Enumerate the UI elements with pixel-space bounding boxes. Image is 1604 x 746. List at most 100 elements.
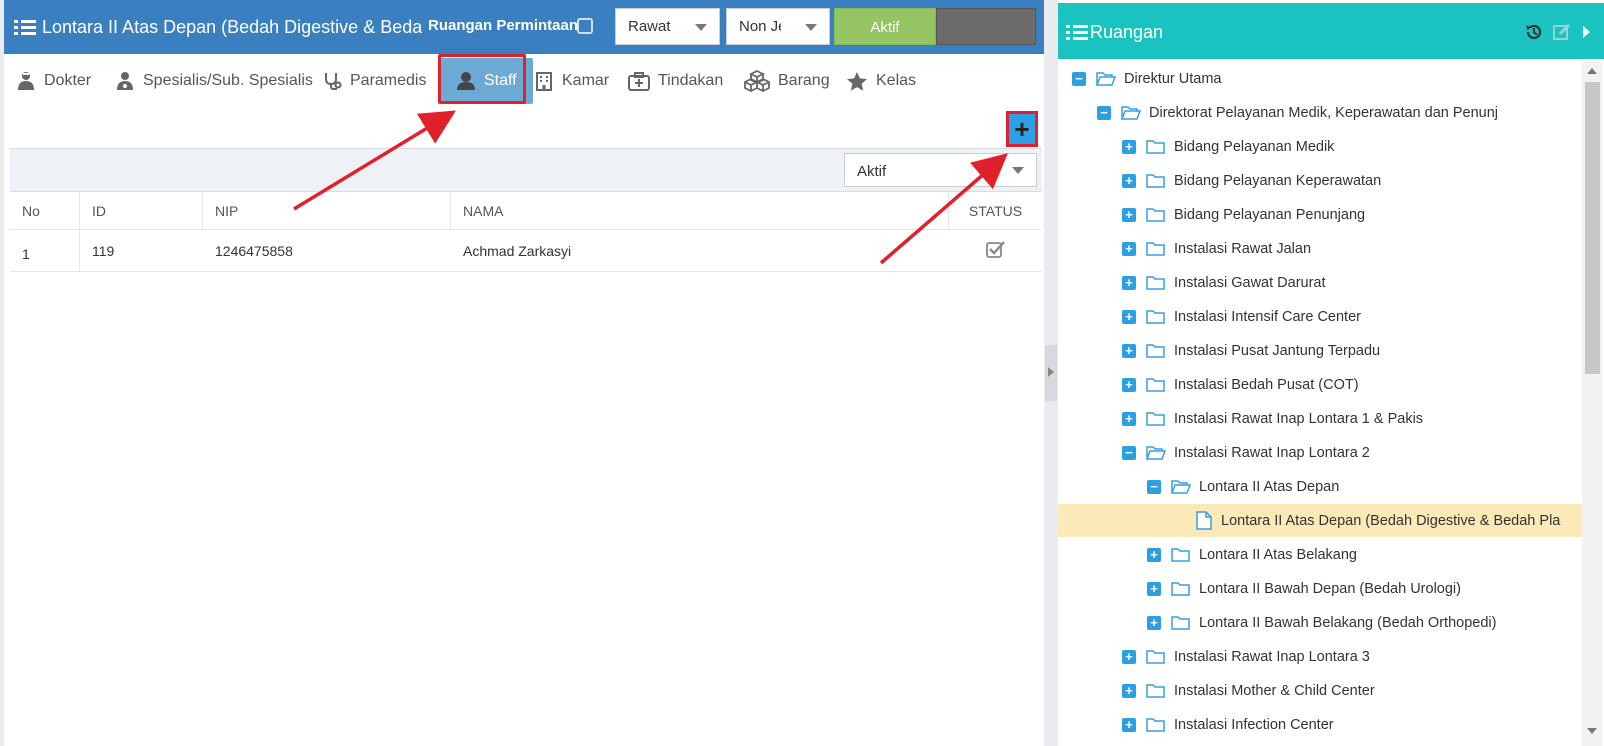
- jenis-select-value: Non Je: [739, 18, 781, 35]
- expand-toggle-icon[interactable]: +: [1122, 173, 1136, 188]
- expand-toggle-icon[interactable]: +: [1122, 649, 1136, 664]
- history-icon[interactable]: [1524, 22, 1544, 42]
- expand-toggle-icon[interactable]: +: [1122, 309, 1136, 324]
- folder-icon: [1146, 411, 1165, 426]
- tab-spesialis[interactable]: Spesialis/Sub. Spesialis: [115, 58, 313, 104]
- tree-node-label: Instalasi Rawat Inap Lontara 1 & Pakis: [1174, 410, 1424, 427]
- tree-node[interactable]: + Bidang Pelayanan Penunjang: [1058, 198, 1582, 231]
- expand-toggle-icon[interactable]: +: [1122, 377, 1136, 392]
- star-icon: [847, 71, 867, 91]
- jenis-select[interactable]: Non Je: [726, 8, 830, 45]
- tree-node[interactable]: + Bidang Pelayanan Keperawatan: [1058, 164, 1582, 197]
- tab-kelas[interactable]: Kelas: [846, 58, 916, 104]
- scroll-up-icon[interactable]: [1587, 68, 1597, 74]
- list-icon: [14, 19, 36, 37]
- tree-node[interactable]: − Direktur Utama: [1058, 62, 1582, 95]
- tab-kamar[interactable]: Kamar: [534, 58, 609, 104]
- tree-toolbar: [1524, 22, 1592, 42]
- ruangan-permintaan-checkbox[interactable]: [577, 18, 593, 34]
- tree-node-label: Instalasi Gawat Darurat: [1174, 274, 1326, 291]
- tree-node[interactable]: + Instalasi Intensif Care Center: [1058, 300, 1582, 333]
- expand-toggle-icon[interactable]: +: [1122, 139, 1136, 154]
- tree-node[interactable]: − Direktorat Pelayanan Medik, Keperawatan…: [1058, 96, 1582, 129]
- hospital-building-icon: [536, 72, 552, 91]
- expand-toggle-icon[interactable]: +: [1122, 275, 1136, 290]
- tree-node[interactable]: + Instalasi Rawat Inap Lontara 1 & Pakis: [1058, 402, 1582, 435]
- tree-node[interactable]: + Lontara II Bawah Belakang (Bedah Orthop…: [1058, 606, 1582, 639]
- tree-node-label: Instalasi Rawat Jalan: [1174, 240, 1312, 257]
- edit-icon[interactable]: [1552, 22, 1572, 42]
- tree-node-label: Lontara II Bawah Belakang (Bedah Orthope…: [1199, 614, 1497, 631]
- tree-node[interactable]: + Bidang Pelayanan Medik: [1058, 130, 1582, 163]
- tree-scrollbar-thumb[interactable]: [1585, 82, 1600, 374]
- expand-toggle-icon[interactable]: +: [1147, 615, 1161, 630]
- expand-toggle-icon[interactable]: +: [1122, 683, 1136, 698]
- tree-node[interactable]: − Lontara II Atas Depan: [1058, 470, 1582, 503]
- rawat-select[interactable]: Rawat: [615, 8, 720, 45]
- tree-node[interactable]: + Instalasi Infection Center: [1058, 708, 1582, 741]
- folder-icon: [1146, 275, 1165, 290]
- expand-toggle-icon[interactable]: +: [1122, 717, 1136, 732]
- expand-toggle-icon[interactable]: +: [1122, 343, 1136, 358]
- folder-icon: [1146, 241, 1165, 256]
- column-header-status[interactable]: STATUS: [949, 192, 1042, 229]
- column-header-id[interactable]: ID: [80, 192, 203, 229]
- collapse-toggle-icon[interactable]: −: [1147, 479, 1161, 494]
- cubes-icon: [744, 70, 770, 92]
- expand-right-icon[interactable]: [1580, 24, 1592, 40]
- caret-down-icon: [805, 24, 817, 31]
- expand-toggle-icon[interactable]: +: [1147, 581, 1161, 596]
- column-header-nama[interactable]: NAMA: [451, 192, 949, 229]
- splitter-collapse-handle[interactable]: [1045, 345, 1057, 401]
- tree-node[interactable]: − Instalasi Rawat Inap Lontara 2: [1058, 436, 1582, 469]
- collapse-toggle-icon[interactable]: −: [1122, 445, 1136, 460]
- staff-table: No ID NIP NAMA STATUS 1 119 1246475858 A…: [10, 192, 1042, 272]
- tab-barang[interactable]: Barang: [744, 58, 830, 104]
- tree-node[interactable]: + Lontara II Bawah Depan (Bedah Urologi): [1058, 572, 1582, 605]
- tree-node-label: Lontara II Atas Depan (Bedah Digestive &…: [1221, 512, 1561, 529]
- folder-icon: [1146, 139, 1165, 154]
- tree-node[interactable]: Lontara II Atas Depan (Bedah Digestive &…: [1058, 504, 1582, 537]
- inactive-toggle-button[interactable]: [936, 8, 1036, 45]
- tab-tindakan[interactable]: Tindakan: [628, 58, 723, 104]
- cell-nama: Achmad Zarkasyi: [463, 243, 572, 259]
- expand-toggle-icon[interactable]: +: [1122, 411, 1136, 426]
- column-header-no[interactable]: No: [10, 192, 80, 229]
- tree-node[interactable]: + Instalasi Mother & Child Center: [1058, 674, 1582, 707]
- tab-paramedis[interactable]: Paramedis: [322, 58, 426, 104]
- expand-toggle-icon[interactable]: +: [1147, 547, 1161, 562]
- expand-toggle-icon[interactable]: +: [1122, 207, 1136, 222]
- folder-icon: [1146, 377, 1165, 392]
- staff-tab-highlight-box: [438, 54, 526, 104]
- tree-node[interactable]: + Instalasi Rawat Inap Lontara 3: [1058, 640, 1582, 673]
- tree-node[interactable]: + Lontara II Atas Belakang: [1058, 538, 1582, 571]
- tab-label: Kelas: [876, 72, 917, 89]
- tree-node[interactable]: + Instalasi Gawat Darurat: [1058, 266, 1582, 299]
- collapse-toggle-icon[interactable]: −: [1097, 105, 1111, 120]
- add-button[interactable]: +: [1006, 111, 1038, 147]
- tab-dokter[interactable]: Dokter: [16, 58, 91, 104]
- tree-node-label: Instalasi Rawat Inap Lontara 2: [1174, 444, 1370, 461]
- status-filter-select[interactable]: Aktif: [844, 153, 1037, 187]
- tree-node-label: Direktur Utama: [1124, 70, 1222, 87]
- tree-node-label: Lontara II Bawah Depan (Bedah Urologi): [1199, 580, 1461, 597]
- tree-node-label: Instalasi Pusat Jantung Terpadu: [1174, 342, 1381, 359]
- folder-icon: [1171, 615, 1190, 630]
- collapse-toggle-icon[interactable]: −: [1072, 71, 1086, 86]
- tree-node-label: Bidang Pelayanan Keperawatan: [1174, 172, 1382, 189]
- caret-down-icon: [1012, 167, 1024, 174]
- column-header-nip[interactable]: NIP: [203, 192, 451, 229]
- folder-icon: [1146, 717, 1165, 732]
- tree-node-label: Instalasi Mother & Child Center: [1174, 682, 1375, 699]
- aktif-button[interactable]: Aktif: [834, 8, 936, 45]
- tab-label: Spesialis/Sub. Spesialis: [143, 72, 313, 89]
- scroll-down-icon[interactable]: [1587, 728, 1597, 734]
- tree-node[interactable]: + Instalasi Rawat Jalan: [1058, 232, 1582, 265]
- tree-node[interactable]: + Instalasi Bedah Pusat (COT): [1058, 368, 1582, 401]
- left-panel: Lontara II Atas Depan (Bedah Digestive &…: [4, 0, 1044, 746]
- caret-down-icon: [695, 24, 707, 31]
- tree-node-label: Instalasi Bedah Pusat (COT): [1174, 376, 1359, 393]
- table-row[interactable]: 1 119 1246475858 Achmad Zarkasyi: [10, 230, 1042, 272]
- tree-node[interactable]: + Instalasi Pusat Jantung Terpadu: [1058, 334, 1582, 367]
- expand-toggle-icon[interactable]: +: [1122, 241, 1136, 256]
